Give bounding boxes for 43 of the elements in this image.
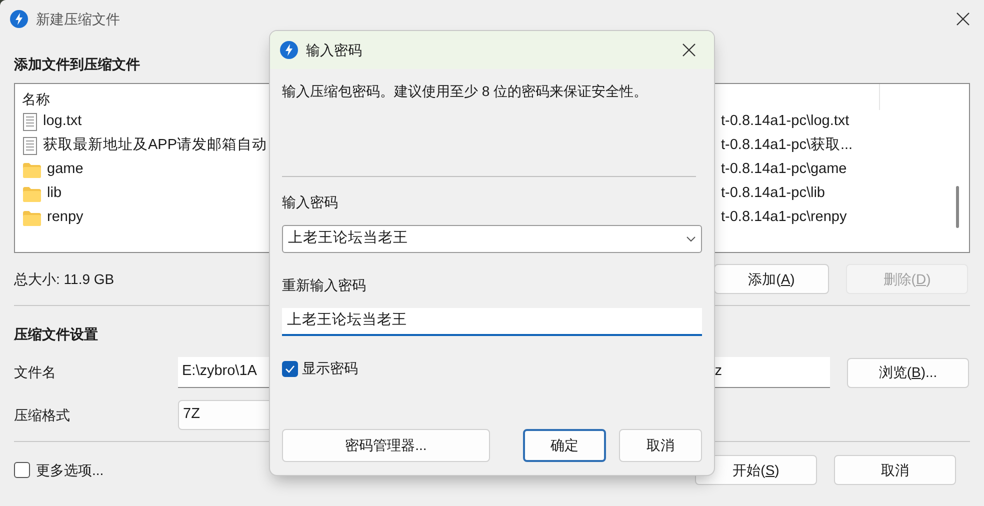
file-name[interactable]: 获取最新地址及APP请发邮箱自动: [43, 135, 268, 157]
file-name[interactable]: renpy: [47, 207, 84, 229]
browse-button[interactable]: 浏览(B)...: [847, 358, 969, 388]
dialog-message: 输入压缩包密码。建议使用至少 8 位的密码来保证安全性。: [282, 82, 649, 101]
close-icon[interactable]: [956, 12, 970, 26]
scrollbar-thumb[interactable]: [956, 186, 959, 228]
document-icon: [23, 113, 37, 131]
dialog-title: 输入密码: [306, 40, 362, 60]
file-path: t-0.8.14a1-pc\lib: [721, 184, 825, 204]
window-title: 新建压缩文件: [36, 10, 120, 28]
password-manager-button[interactable]: 密码管理器...: [282, 429, 490, 462]
file-name[interactable]: log.txt: [43, 111, 82, 133]
file-path: t-0.8.14a1-pc\获取...: [721, 136, 853, 156]
document-icon: [23, 137, 37, 155]
cancel-button[interactable]: 取消: [834, 455, 956, 485]
checkbox[interactable]: [282, 360, 298, 376]
folder-icon: [23, 162, 41, 178]
app-logo-icon: [280, 41, 298, 59]
total-size: 总大小: 11.9 GB: [14, 270, 114, 288]
file-path: t-0.8.14a1-pc\game: [721, 160, 847, 180]
add-button[interactable]: 添加(A): [714, 264, 829, 294]
chevron-down-icon[interactable]: [686, 236, 696, 242]
ok-button[interactable]: 确定: [523, 429, 606, 462]
field-label: 文件名: [14, 363, 57, 382]
cancel-button[interactable]: 取消: [619, 429, 702, 462]
folder-icon: [23, 210, 41, 226]
confirm-password-field[interactable]: 上老王论坛当老王: [282, 308, 702, 336]
section-heading: 压缩文件设置: [14, 325, 99, 343]
checkbox-label[interactable]: 显示密码: [302, 358, 358, 379]
password-combo[interactable]: 上老王论坛当老王: [282, 225, 702, 253]
folder-icon: [23, 186, 41, 202]
field-label: 输入密码: [282, 193, 339, 212]
field-label: 压缩格式: [14, 406, 71, 424]
close-icon[interactable]: [682, 43, 696, 57]
file-name[interactable]: lib: [47, 183, 62, 205]
field-label: 重新输入密码: [282, 276, 367, 295]
section-heading: 添加文件到压缩文件: [14, 55, 141, 73]
file-name[interactable]: game: [47, 159, 84, 181]
file-path: t-0.8.14a1-pc\log.txt: [721, 112, 850, 132]
checkbox[interactable]: [14, 462, 30, 478]
checkmark-icon: [285, 364, 295, 372]
app-logo-icon: [10, 10, 28, 28]
file-path: t-0.8.14a1-pc\renpy: [721, 208, 847, 228]
